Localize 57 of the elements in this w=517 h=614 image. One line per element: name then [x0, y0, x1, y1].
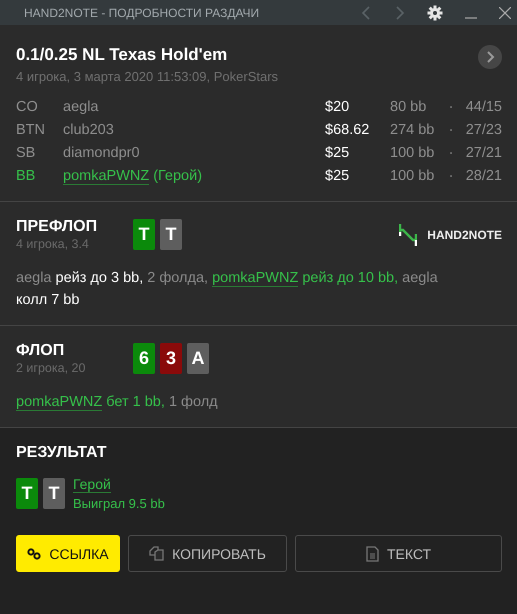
logo-text: HAND2NOTE	[427, 228, 502, 242]
separator-dot: ·	[448, 168, 454, 184]
winner-link[interactable]: Герой	[73, 476, 111, 493]
settings-icon[interactable]	[427, 4, 443, 20]
player-link[interactable]: pomkaPWNZ	[16, 394, 102, 411]
street-info: 4 игрока, 3.4	[16, 237, 90, 251]
player-stats: 27/21	[464, 144, 502, 160]
street-title: ПРЕФЛОП	[16, 218, 98, 236]
player-stats: 44/15	[464, 98, 502, 114]
player-link[interactable]: pomkaPWNZ	[63, 168, 150, 184]
street-info: 2 игрока, 20	[16, 361, 86, 375]
playing-card: A	[187, 343, 209, 374]
player-bb: 80 bb	[390, 98, 428, 114]
player-stats: 28/21	[464, 168, 502, 184]
player-stats: 27/23	[464, 122, 502, 138]
link-button[interactable]: ССЫЛКА	[16, 535, 120, 572]
next-icon[interactable]	[478, 45, 502, 69]
playing-card: 6	[133, 343, 155, 374]
street-title: ФЛОП	[16, 342, 66, 360]
copy-icon	[149, 546, 164, 561]
separator-dot: ·	[448, 144, 454, 160]
playing-card: T	[43, 478, 65, 509]
player-name: diamondpr0	[63, 144, 140, 160]
text-button[interactable]: ТЕКСТ	[295, 535, 502, 572]
hand-title: 0.1/0.25 NL Texas Hold'em	[16, 45, 228, 65]
playing-card: T	[160, 219, 182, 250]
player-bb: 100 bb	[390, 144, 436, 160]
player-bb: 274 bb	[390, 122, 436, 138]
player-position: SB	[16, 144, 36, 160]
separator-dot: ·	[448, 122, 454, 138]
action-summary: pomkaPWNZ бет 1 bb, 1 фолд	[16, 393, 219, 413]
player-name: aegla	[63, 98, 98, 114]
window-title: HAND2NOTE - ПОДРОБНОСТИ РАЗДАЧИ	[24, 6, 260, 20]
player-position: BB	[16, 168, 36, 184]
separator-dot: ·	[448, 98, 454, 114]
player-stack: $25	[325, 144, 350, 160]
result-title: РЕЗУЛЬТАТ	[16, 444, 108, 462]
player-stack: $20	[325, 98, 350, 114]
logo-icon	[399, 224, 418, 246]
player-link[interactable]: pomkaPWNZ	[212, 270, 298, 287]
player-name: club203	[63, 122, 114, 138]
hero-label: (Герой)	[153, 168, 202, 184]
player-position: BTN	[16, 122, 46, 138]
close-icon[interactable]	[499, 6, 511, 18]
result-outcome: Выиграл 9.5 bb	[73, 496, 165, 511]
player-stack: $68.62	[325, 122, 370, 138]
playing-card: 3	[160, 343, 182, 374]
link-icon	[27, 548, 42, 560]
hand-subtitle: 4 игрока, 3 марта 2020 11:53:09, PokerStars	[16, 69, 278, 84]
player-position: CO	[16, 98, 39, 114]
action-summary: aegla рейз до 3 bb, 2 фолда, pomkaPWNZ рейз до 10 bb, aegla колл 7 bb	[16, 269, 439, 310]
playing-card: T	[16, 478, 38, 509]
player-stack: $25	[325, 168, 350, 184]
copy-button[interactable]: КОПИРОВАТЬ	[128, 535, 287, 572]
playing-card: T	[133, 219, 155, 250]
player-bb: 100 bb	[390, 168, 436, 184]
document-icon	[366, 546, 379, 562]
